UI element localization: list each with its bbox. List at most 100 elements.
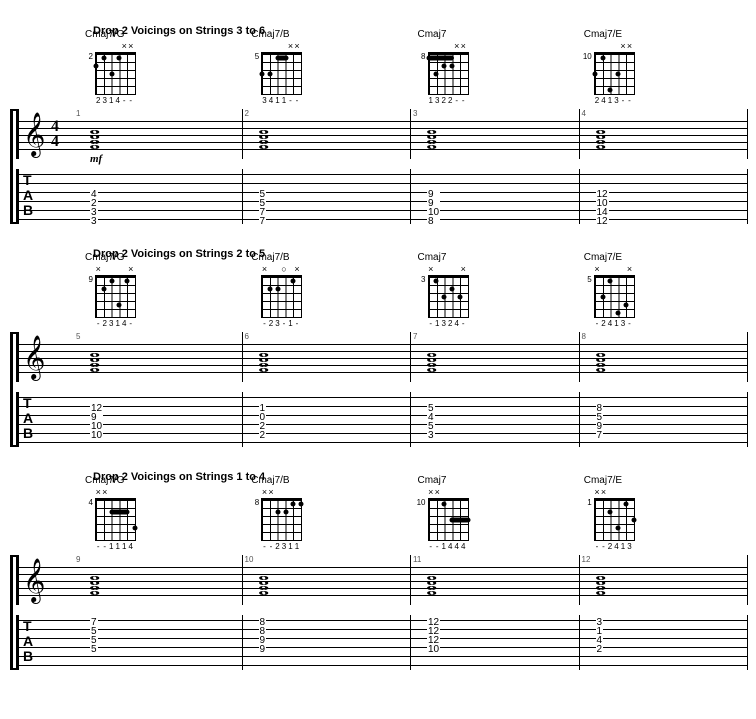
measure: 3𝅝𝅝𝅝𝅝 (411, 109, 580, 159)
fret-dot (449, 287, 454, 292)
measure: 5 𝅝𝅝𝅝𝅝 (74, 332, 243, 382)
tab-column: 1022 (259, 395, 267, 449)
fret-dot (434, 72, 439, 77)
treble-clef-icon: 𝄞 (23, 115, 45, 155)
tab-staff: TAB1291010102254538597 (16, 392, 748, 447)
measure: 6𝅝𝅝𝅝𝅝 (243, 332, 412, 382)
chord-noteheads: 𝅝𝅝𝅝𝅝 (90, 346, 97, 366)
fret-dot (434, 279, 439, 284)
chord-name: Cmaj7/E (584, 475, 622, 486)
chord-diagram-row: Cmaj7/G4××--1114Cmaj7/B8××--2311Cmaj710×… (83, 475, 748, 551)
fret-dot (616, 72, 621, 77)
tab-fret-number: 12 (596, 217, 609, 226)
fret-position-label: 4 (83, 498, 93, 507)
tab-measure: 3142 (580, 615, 749, 670)
measure-number: 1 (76, 109, 80, 118)
fret-dot (608, 279, 613, 284)
fretboard-grid (95, 275, 136, 318)
tab-column: 8899 (259, 618, 267, 672)
mute-open-row: ×× (428, 42, 469, 52)
treble-clef-icon: 𝄞 (23, 338, 45, 378)
chord-block: Cmaj7/B5××3411-- (249, 29, 415, 105)
chord-name: Cmaj7 (418, 29, 447, 40)
fret-dot (442, 295, 447, 300)
chord-noteheads: 𝅝𝅝𝅝𝅝 (90, 569, 97, 589)
fret-position-label: 10 (582, 52, 592, 61)
fret-dot (608, 88, 613, 93)
mute-open-row: ×× (261, 488, 302, 498)
system: Drop 2 Voicings on Strings 3 to 6Cmaj7/G… (8, 29, 748, 224)
fret-dot (101, 56, 106, 61)
measure: 9 𝅝𝅝𝅝𝅝 (74, 555, 243, 605)
chord-block: Cmaj7 10××--1444 (416, 475, 582, 551)
fret-dot (101, 287, 106, 292)
notation-staff: 𝄞9𝅝𝅝𝅝𝅝10𝅝𝅝𝅝𝅝11𝅝𝅝𝅝𝅝12𝅝𝅝𝅝𝅝 (16, 555, 748, 605)
chord-block: Cmaj7/E5××-2413- (582, 252, 748, 328)
fretboard-grid (261, 275, 302, 318)
tab-measure: 4233 (74, 169, 243, 224)
tab-measure: 1291010 (74, 392, 243, 447)
mute-open-row: ×× (594, 488, 635, 498)
chord-name: Cmaj7 (418, 252, 447, 263)
barre (450, 518, 470, 523)
tab-fret-number: 7 (259, 217, 267, 226)
fret-dot (608, 510, 613, 515)
chord-name: Cmaj7/E (584, 252, 622, 263)
chord-noteheads: 𝅝𝅝𝅝𝅝 (596, 346, 603, 366)
measure-number: 7 (413, 332, 417, 341)
fret-dot (275, 287, 280, 292)
fret-dot (442, 64, 447, 69)
chord-diagram: 9××-2314- (83, 265, 136, 328)
chord-name: Cmaj7 (418, 475, 447, 486)
tab-fret-number: 9 (259, 645, 267, 654)
fretboard-grid (428, 498, 469, 541)
fret-dot (268, 72, 273, 77)
measure: 7𝅝𝅝𝅝𝅝 (411, 332, 580, 382)
fret-dot (109, 279, 114, 284)
fret-position-label: 5 (582, 275, 592, 284)
barre (110, 510, 130, 515)
notation-staff: 𝄞441𝅝𝅝𝅝𝅝mf2𝅝𝅝𝅝𝅝3𝅝𝅝𝅝𝅝4𝅝𝅝𝅝𝅝 (16, 109, 748, 159)
fretboard-grid (261, 52, 302, 95)
fretboard-grid (95, 52, 136, 95)
tab-fret-number: 2 (259, 431, 267, 440)
chord-diagram: 10××--1444 (416, 488, 469, 551)
tab-column: 1291010 (90, 395, 103, 449)
chord-diagram: 10××2413-- (582, 42, 635, 105)
system: Drop 2 Voicings on Strings 1 to 4Cmaj7/G… (8, 475, 748, 670)
fret-dot (291, 279, 296, 284)
fingering-row: --2311 (261, 542, 302, 551)
measure-number: 5 (76, 332, 80, 341)
fret-position-label: 8 (249, 498, 259, 507)
fretboard-grid (594, 275, 635, 318)
mute-open-row: ×× (95, 42, 136, 52)
tab-measure: 12121210 (411, 615, 580, 670)
chord-diagram: 2××2314-- (83, 42, 136, 105)
fret-position-label: 2 (83, 52, 93, 61)
fret-dot (623, 502, 628, 507)
fret-position-label: 5 (249, 52, 259, 61)
barre (427, 56, 454, 61)
fret-position-label: 1 (582, 498, 592, 507)
fret-dot (133, 526, 138, 531)
chord-diagram: 8×× --2311 (249, 488, 302, 551)
measure: 2𝅝𝅝𝅝𝅝 (243, 109, 412, 159)
measure: 11𝅝𝅝𝅝𝅝 (411, 555, 580, 605)
fretboard-grid (261, 498, 302, 541)
chord-diagram: 3××-1324- (416, 265, 469, 328)
measure: 12𝅝𝅝𝅝𝅝 (580, 555, 749, 605)
measure-number: 9 (76, 555, 80, 564)
treble-clef-icon: 𝄞 (23, 561, 45, 601)
fret-dot (117, 303, 122, 308)
fret-dot (275, 510, 280, 515)
fret-dot (283, 510, 288, 515)
system: Drop 2 Voicings on Strings 2 to 5Cmaj7/G… (8, 252, 748, 447)
fret-dot (109, 72, 114, 77)
tab-measure: 99108 (411, 169, 580, 224)
chord-noteheads: 𝅝𝅝𝅝𝅝 (596, 123, 603, 143)
chord-diagram: 1××--2413 (582, 488, 635, 551)
fret-dot (449, 64, 454, 69)
chord-diagram: 4××--1114 (83, 488, 136, 551)
tab-column: 4233 (90, 172, 98, 226)
mute-open-row: ×× (95, 265, 136, 275)
